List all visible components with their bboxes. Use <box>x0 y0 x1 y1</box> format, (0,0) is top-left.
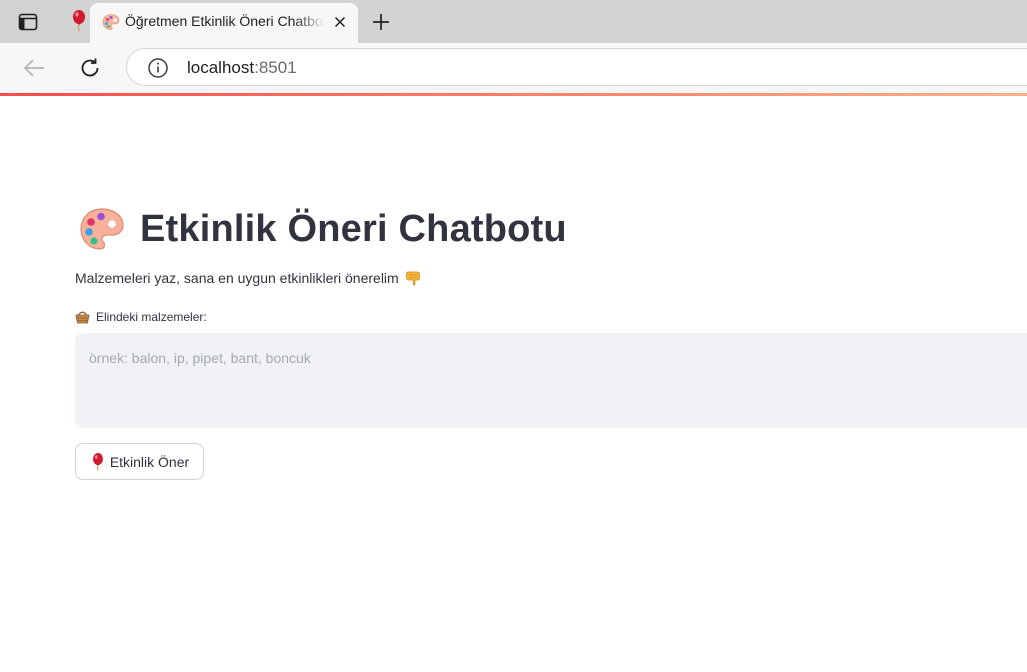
page-subtitle: Malzemeleri yaz, sana en uygun etkinlikl… <box>75 270 399 286</box>
pointing-down-icon <box>405 271 420 286</box>
materials-label-row: Elindeki malzemeler: <box>75 309 207 324</box>
balloon-icon[interactable] <box>68 8 90 34</box>
palette-icon <box>102 14 120 30</box>
info-icon[interactable] <box>147 57 169 79</box>
address-url[interactable]: localhost:8501 <box>187 58 297 78</box>
page-subtitle-row: Malzemeleri yaz, sana en uygun etkinlikl… <box>75 270 421 286</box>
suggest-activity-label: Etkinlik Öner <box>109 453 190 470</box>
reload-icon[interactable] <box>76 55 104 81</box>
balloon-icon <box>92 452 103 471</box>
page-title: Etkinlik Öneri Chatbotu <box>140 207 567 250</box>
page-title-row: Etkinlik Öneri Chatbotu <box>78 204 567 254</box>
arrow-left-icon[interactable] <box>20 55 48 81</box>
tab-title: Öğretmen Etkinlik Öneri Chatbotu <box>125 13 325 29</box>
address-bar[interactable]: localhost:8501 <box>126 48 1027 86</box>
close-icon[interactable] <box>330 12 350 32</box>
app-main: Etkinlik Öneri Chatbotu Malzemeleri yaz,… <box>0 96 1027 672</box>
browser-tab-active[interactable]: Öğretmen Etkinlik Öneri Chatbotu <box>90 3 358 43</box>
browser-tab-bar: Öğretmen Etkinlik Öneri Chatbotu <box>0 0 1027 43</box>
suggest-activity-button[interactable]: Etkinlik Öner <box>75 443 204 480</box>
materials-label: Elindeki malzemeler: <box>96 309 207 324</box>
address-port: :8501 <box>254 58 297 77</box>
browser-toolbar: localhost:8501 <box>0 43 1027 93</box>
materials-input[interactable] <box>75 333 1027 428</box>
sidebar-icon[interactable] <box>14 10 42 34</box>
plus-icon[interactable] <box>368 9 394 35</box>
palette-icon <box>80 208 124 250</box>
basket-icon <box>75 311 90 324</box>
address-host: localhost <box>187 58 255 77</box>
